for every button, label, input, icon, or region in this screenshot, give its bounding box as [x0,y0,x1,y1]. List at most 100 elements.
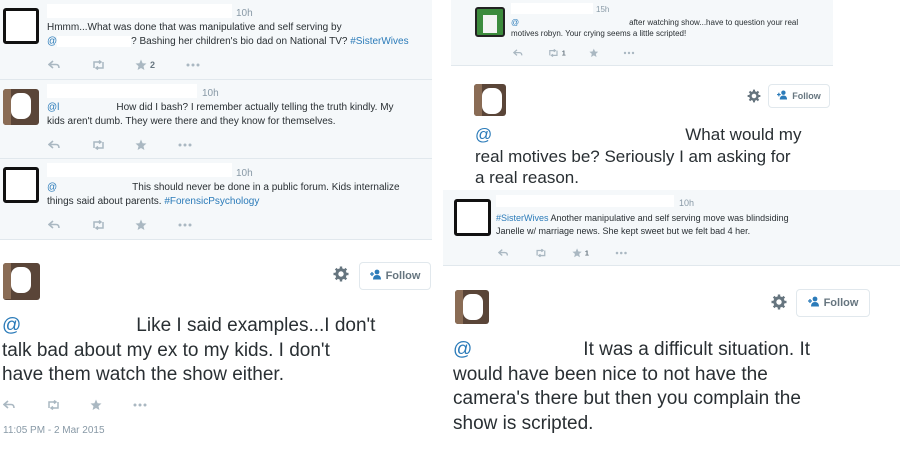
star-icon[interactable]: 1 [572,248,589,258]
follow-button[interactable]: Follow [359,262,431,290]
star-icon[interactable] [90,399,102,411]
tweet-text-line: kids aren't dumb. They were there and th… [47,116,336,127]
tweet-actions [3,398,147,412]
reply-icon[interactable] [48,220,60,230]
add-user-icon [807,296,820,310]
avatar[interactable] [3,89,39,125]
hashtag-link[interactable]: #SisterWives [350,36,408,47]
tweet-time[interactable]: 10h [202,88,219,99]
tweet-text: @ This should never be done in a public f… [47,181,427,209]
gear-icon[interactable] [747,89,761,103]
reply-icon[interactable] [498,249,509,258]
mention-link[interactable]: @ [2,315,21,336]
retweet-icon[interactable]: 1 [547,49,566,57]
tweet-text-line: @ ? Bashing her children's bio dad on Nat… [47,35,427,49]
more-icon[interactable] [623,51,635,55]
avatar[interactable] [3,167,39,203]
tweet-actions [48,218,192,232]
tweet-text-line: would have been nice to not have the [453,363,768,385]
avatar[interactable] [474,84,506,116]
username-redacted [496,195,674,207]
star-icon[interactable] [589,48,599,58]
mention-link[interactable]: @ [511,18,519,27]
more-icon[interactable] [186,63,200,67]
tweet-time[interactable]: 15h [596,5,609,14]
right-bottom-panel: 10h #SisterWives Another manipulative an… [443,190,900,450]
tweet-text-segment: ? Bashing her children's bio dad on Nati… [131,36,348,47]
tweet-text-line: @ Like I said examples...I don't [2,314,427,339]
reply-tweet-4[interactable]: 15h @ after watching show...have to quest… [451,0,833,66]
tweet-text-line: things said about parents. #ForensicPsyc… [47,195,427,209]
follow-button[interactable]: Follow [796,289,870,317]
reply-icon[interactable] [513,49,523,57]
tweet-text-line: @l How did I bash? I remember actually te… [47,101,427,115]
tweet-actions: 1 [513,47,635,58]
star-icon[interactable] [135,219,147,231]
reply-tweet-5[interactable]: 10h #SisterWives Another manipulative an… [443,190,900,266]
tweet-text-segment: What would my [685,125,802,144]
left-panel: 10h Hmmm...What was done that was manipu… [0,0,432,450]
right-top-panel: 15h @ after watching show...have to quest… [451,0,833,190]
hashtag-link[interactable]: #ForensicPsychology [164,196,259,207]
avatar[interactable] [475,7,505,37]
username-redacted [47,163,232,177]
tweet-text-segment: Like I said examples...I don't [136,315,376,336]
tweet-time[interactable]: 10h [236,168,253,179]
reply-icon[interactable] [3,400,15,410]
tweet-text-line: real motives be? Seriously I am asking f… [475,146,791,166]
retweet-icon[interactable] [91,60,106,70]
mention-link[interactable]: @ [47,36,57,47]
mention-link[interactable]: @ [453,339,472,360]
add-user-icon [369,269,382,283]
tweet-text-line: @ This should never be done in a public f… [47,181,427,195]
tweet-actions: 2 [48,58,200,72]
retweet-icon[interactable] [46,400,61,410]
tweet-text: Hmmm...What was done that was manipulati… [47,21,427,49]
more-icon[interactable] [615,251,627,255]
retweet-icon[interactable] [91,140,106,150]
avatar[interactable] [455,290,489,324]
main-tweet: Follow @ Like I said examples...I don't t… [0,240,432,450]
username-redacted [511,3,593,14]
tweet-text-line: @ after watching show...have to question … [511,17,831,28]
avatar[interactable] [3,8,39,44]
tweet-timestamp[interactable]: 11:05 PM - 2 Mar 2015 [3,425,105,436]
more-icon[interactable] [178,223,192,227]
mention-link[interactable]: @l [47,102,59,113]
gear-icon[interactable] [771,294,787,310]
follow-button[interactable]: Follow [768,84,830,108]
main-tweet: Follow @ What would my real motives be? S… [451,66,833,190]
tweet-text: @ It was a difficult situation. It would … [453,338,893,436]
gear-icon[interactable] [333,266,349,282]
reply-tweet-3[interactable]: 10h @ This should never be done in a publ… [0,159,432,240]
tweet-text-line: show is scripted. [453,412,594,434]
reply-icon[interactable] [48,60,60,70]
tweet-text-segment: things said about parents. [47,196,162,207]
tweet-text-line: a real reason. [475,168,579,187]
main-tweet: Follow @ It was a difficult situation. It… [443,266,900,450]
add-user-icon [777,89,788,103]
tweet-time[interactable]: 10h [679,198,694,208]
star-icon[interactable]: 2 [135,59,155,71]
tweet-time[interactable]: 10h [236,8,253,19]
more-icon[interactable] [178,143,192,147]
avatar[interactable] [454,199,491,236]
favorite-count: 1 [584,248,589,258]
retweet-icon[interactable] [91,220,106,230]
retweet-icon[interactable] [535,248,548,258]
mention-link[interactable]: @ [47,182,57,193]
follow-label: Follow [823,297,859,309]
tweet-text-segment: It was a difficult situation. It [583,339,810,360]
avatar[interactable] [3,263,40,300]
more-icon[interactable] [133,403,147,407]
reply-tweet-2[interactable]: 10h @l How did I bash? I remember actuall… [0,80,432,159]
tweet-text-line: talk bad about my ex to my kids. I don't [2,339,330,361]
reply-tweet-1[interactable]: 10h Hmmm...What was done that was manipu… [0,0,432,80]
reply-icon[interactable] [48,140,60,150]
tweet-text-segment: This should never be done in a public fo… [132,182,400,193]
tweet-text-line: motives robyn. Your crying seems a littl… [511,29,687,38]
hashtag-link[interactable]: #SisterWives [496,213,549,223]
mention-link[interactable]: @ [475,125,492,144]
star-icon[interactable] [135,139,147,151]
retweet-count: 1 [561,49,566,57]
